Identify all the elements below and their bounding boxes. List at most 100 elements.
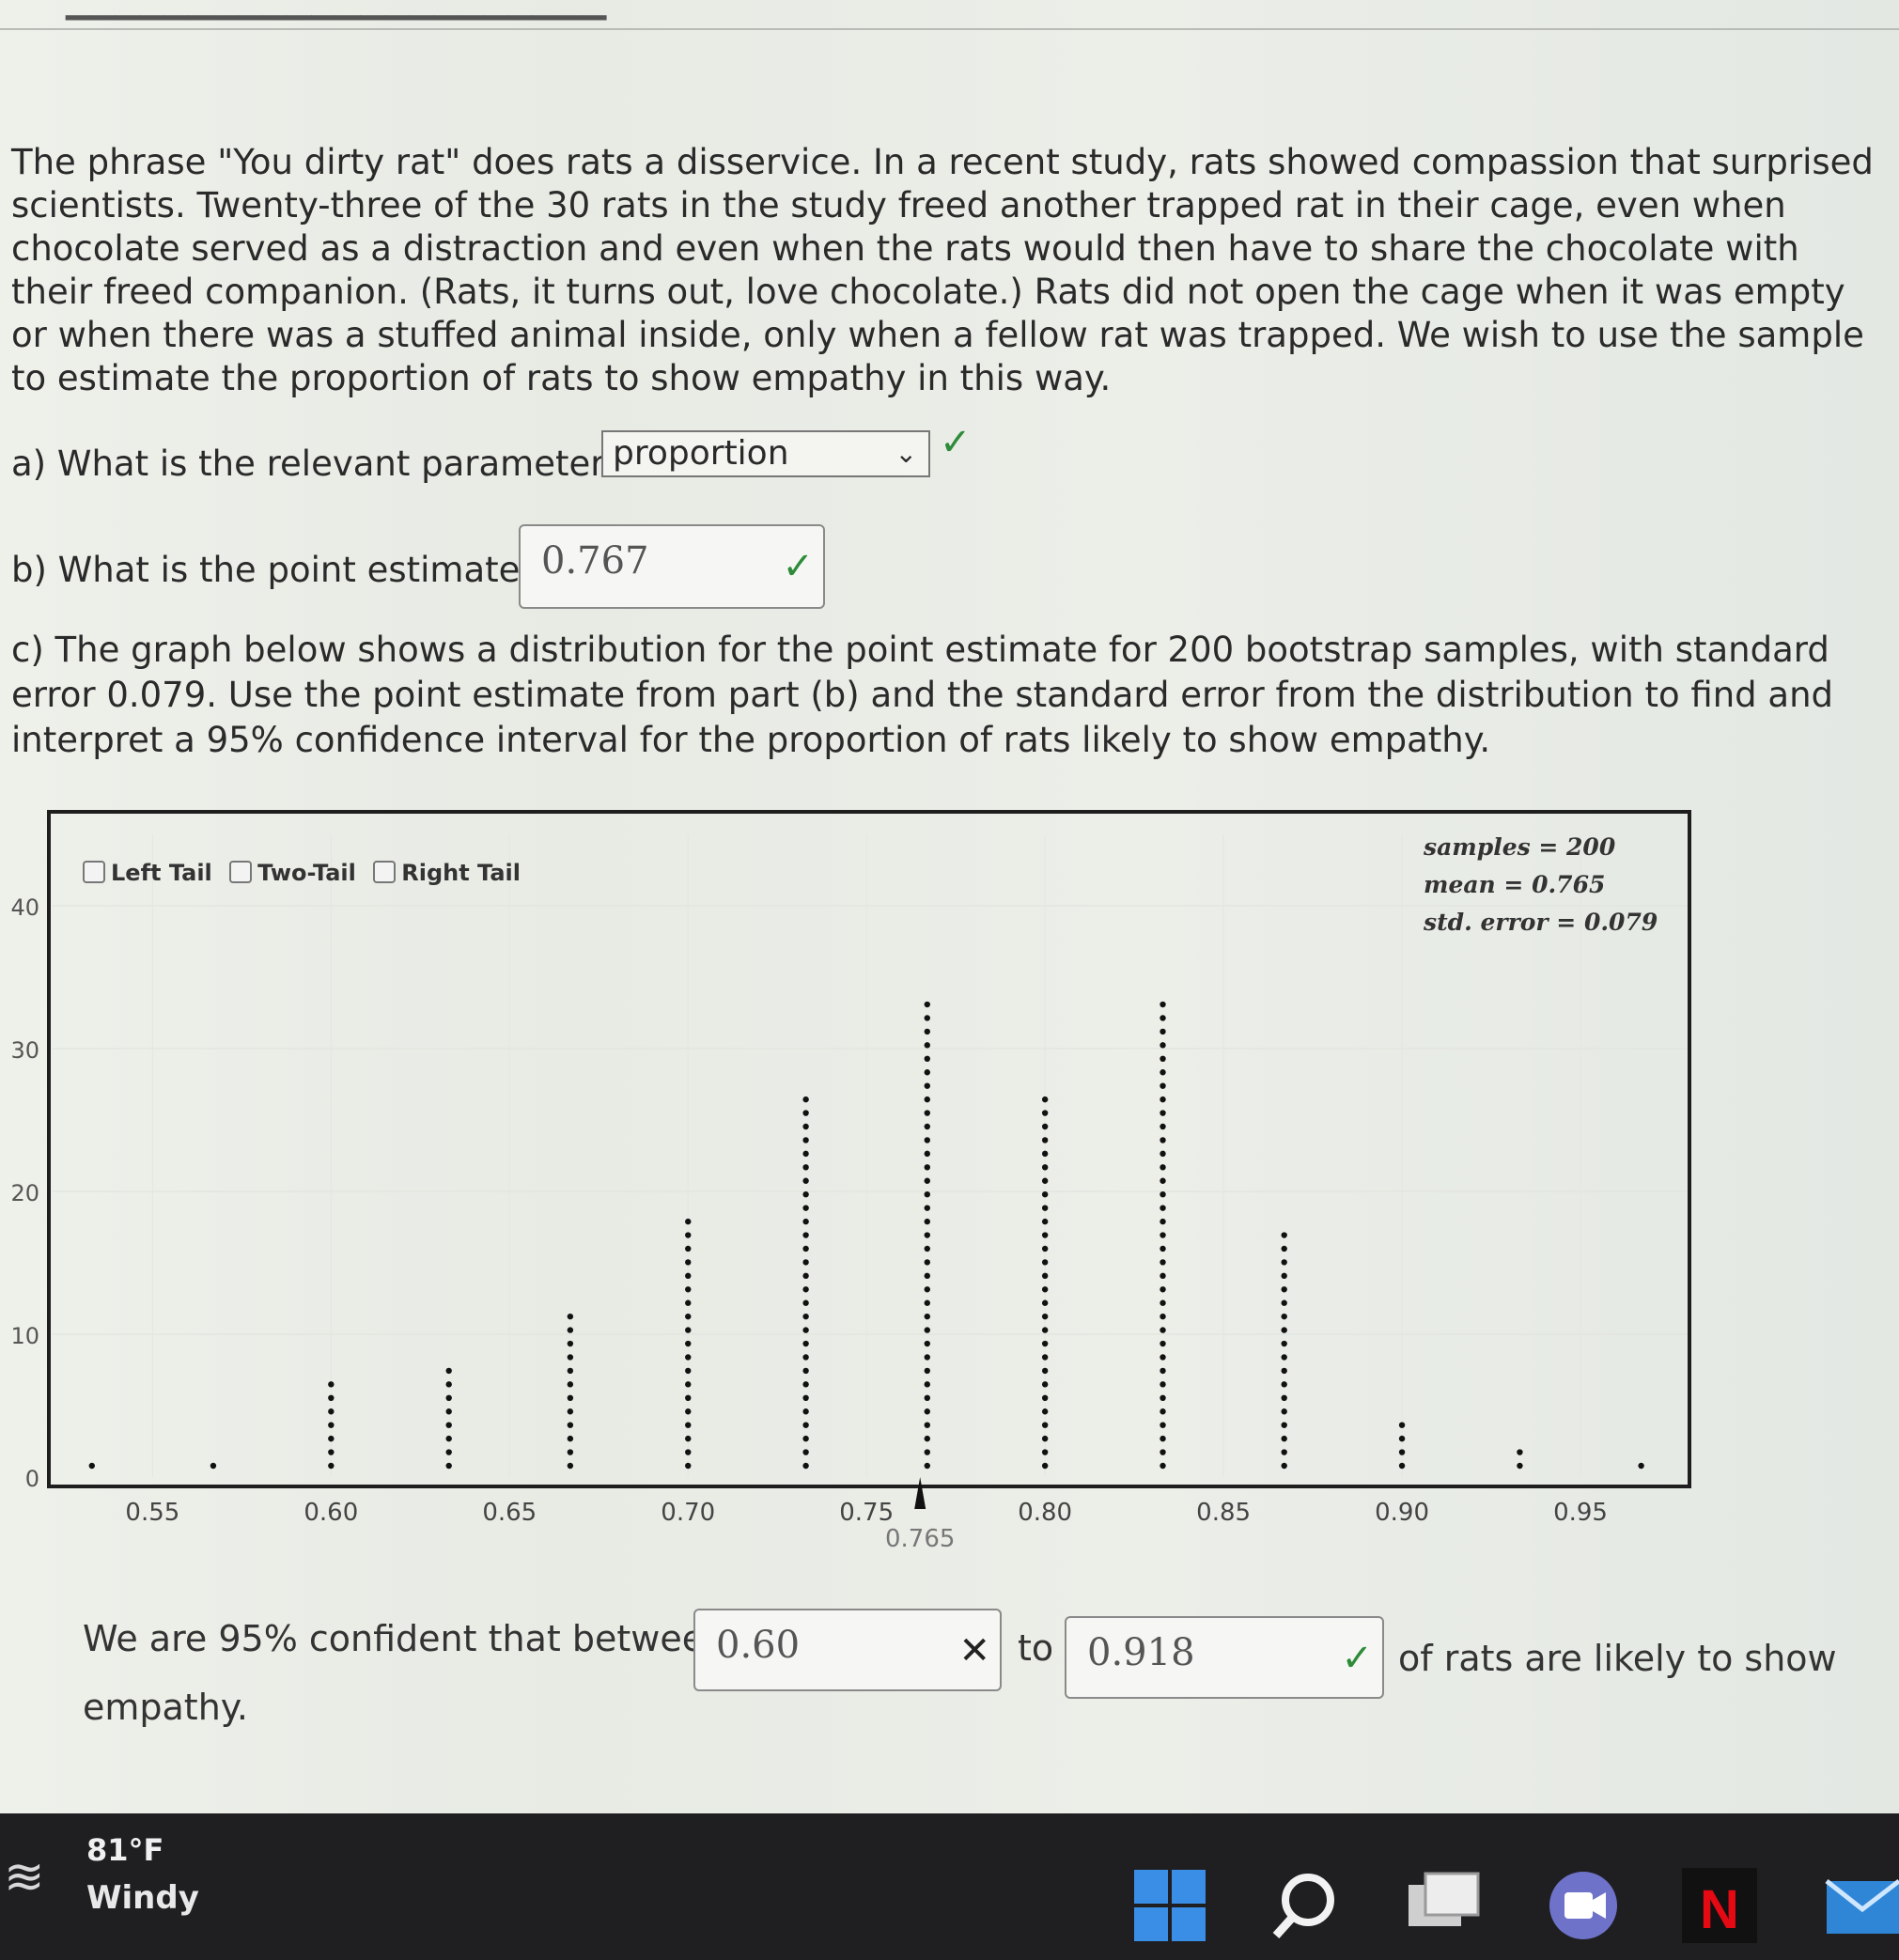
dot	[924, 1001, 930, 1008]
y-tick-label: 0	[25, 1466, 39, 1492]
dot	[328, 1394, 335, 1401]
dot	[1160, 1354, 1166, 1361]
dot	[1281, 1381, 1287, 1388]
dot	[1041, 1286, 1049, 1293]
checkbox-icon[interactable]	[83, 861, 105, 883]
dot	[1041, 1245, 1049, 1252]
left-tail-option[interactable]: Left Tail	[83, 860, 212, 886]
dot	[802, 1191, 809, 1198]
dot	[567, 1381, 574, 1388]
mail-icon[interactable]	[1823, 1868, 1899, 1943]
wind-icon[interactable]: ≋	[4, 1849, 45, 1906]
weather-condition: Windy	[86, 1879, 199, 1917]
x-tick-label: 0.75	[839, 1499, 894, 1527]
part-a-question: a) What is the relevant parameter?	[11, 443, 624, 484]
dot	[328, 1435, 335, 1442]
dot	[1041, 1462, 1049, 1470]
dot	[1398, 1462, 1406, 1470]
dot	[445, 1408, 452, 1415]
stats-std-error: std. error = 0.079	[1424, 909, 1658, 936]
dot	[802, 1137, 809, 1143]
dot	[445, 1449, 452, 1455]
y-tick-label: 20	[10, 1180, 39, 1206]
dot	[1281, 1462, 1287, 1470]
dot	[685, 1354, 692, 1361]
chevron-down-icon: ⌄	[895, 438, 917, 469]
dot	[685, 1435, 692, 1442]
upper-bound-input[interactable]: 0.918 ✓	[1065, 1616, 1384, 1699]
dot	[1281, 1449, 1287, 1455]
dot	[1041, 1205, 1049, 1211]
x-tick-label: 0.55	[125, 1499, 179, 1527]
dot	[567, 1313, 574, 1320]
part-c-question: c) The graph below shows a distribution …	[11, 630, 1834, 760]
dot	[1041, 1259, 1049, 1266]
dot	[924, 1110, 930, 1116]
dot	[1160, 1313, 1166, 1320]
dot	[1160, 1232, 1166, 1238]
task-view-icon[interactable]	[1405, 1868, 1480, 1943]
lower-bound-input[interactable]: 0.60 ✕	[693, 1609, 1002, 1691]
point-estimate-value: 0.767	[541, 539, 649, 583]
dot	[1041, 1327, 1049, 1333]
dot	[1160, 1259, 1166, 1266]
parameter-select[interactable]: proportion ⌄	[601, 430, 930, 477]
dot	[924, 1462, 930, 1470]
dot	[924, 1313, 930, 1320]
problem-text: The phrase "You dirty rat" does rats a d…	[11, 142, 1874, 398]
stats-mean: mean = 0.765	[1424, 871, 1606, 898]
dot	[924, 1015, 930, 1021]
dot	[924, 1218, 930, 1225]
dot	[924, 1042, 930, 1049]
x-tick-label: 0.90	[1375, 1499, 1429, 1527]
dot	[685, 1232, 692, 1238]
weather-temperature: 81°F	[86, 1832, 164, 1868]
dot	[1160, 1001, 1166, 1008]
dot	[1281, 1435, 1287, 1442]
checkbox-icon[interactable]	[229, 861, 253, 883]
search-icon[interactable]	[1269, 1868, 1344, 1943]
dot	[802, 1164, 809, 1171]
mean-marker-label: 0.765	[885, 1525, 955, 1553]
windows-start-icon[interactable]	[1132, 1868, 1207, 1943]
dot	[802, 1123, 809, 1130]
netflix-icon[interactable]: N	[1682, 1868, 1757, 1943]
dot	[1281, 1313, 1287, 1320]
mean-marker	[914, 1477, 926, 1509]
dot	[1041, 1394, 1049, 1401]
dot	[1160, 1462, 1166, 1470]
two-tail-option[interactable]: Two-Tail	[229, 860, 356, 886]
dot	[1160, 1177, 1166, 1184]
dot	[1160, 1150, 1166, 1158]
dot	[567, 1354, 574, 1361]
dot	[685, 1408, 692, 1415]
dot	[685, 1462, 692, 1470]
dot	[924, 1123, 930, 1130]
dot	[924, 1272, 930, 1280]
dot	[802, 1313, 809, 1320]
dot	[1638, 1462, 1644, 1470]
dot	[685, 1272, 692, 1280]
dot	[445, 1367, 452, 1375]
dot	[924, 1245, 930, 1252]
dot	[802, 1449, 809, 1455]
x-tick-label: 0.80	[1018, 1499, 1072, 1527]
teams-icon[interactable]	[1546, 1868, 1621, 1943]
dot	[802, 1327, 809, 1333]
tail-options: Left Tail Two-Tail Right Tail	[83, 860, 530, 886]
checkbox-icon[interactable]	[373, 861, 397, 883]
right-tail-option[interactable]: Right Tail	[373, 860, 521, 886]
dot	[802, 1435, 809, 1442]
dot	[924, 1191, 930, 1198]
dot	[1041, 1232, 1049, 1238]
dot	[924, 1259, 930, 1266]
x-tick-label: 0.85	[1196, 1499, 1251, 1527]
point-estimate-input[interactable]: 0.767 ✓	[519, 524, 825, 609]
dot	[924, 1205, 930, 1211]
dot	[924, 1286, 930, 1293]
dot	[1160, 1028, 1166, 1035]
dot	[1041, 1449, 1049, 1455]
answer-suffix-2: empathy.	[83, 1687, 248, 1728]
dot	[802, 1408, 809, 1415]
dot	[1041, 1340, 1049, 1347]
